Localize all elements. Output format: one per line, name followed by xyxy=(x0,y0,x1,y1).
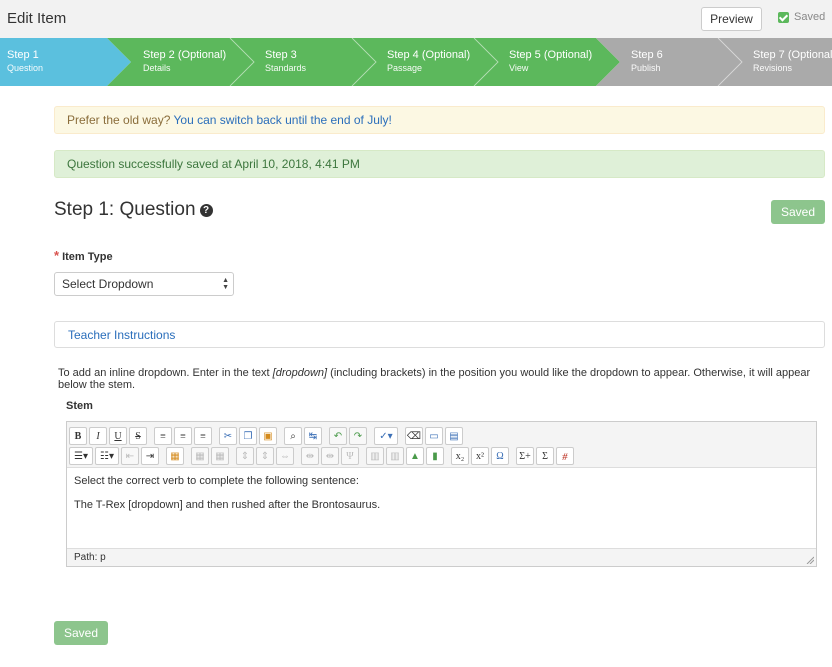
image-icon[interactable]: ▦ xyxy=(166,447,184,465)
copy-icon[interactable]: ❐ xyxy=(239,427,257,445)
superscript-icon[interactable]: x² xyxy=(471,447,489,465)
delete-col-icon[interactable]: Ψ xyxy=(341,447,359,465)
step-1-title: Step 1 xyxy=(7,49,39,61)
spellcheck-icon[interactable]: ✓▾ xyxy=(374,427,398,445)
redo-icon[interactable]: ↷ xyxy=(349,427,367,445)
align-right-icon[interactable]: ≡ xyxy=(194,427,212,445)
insert-video-icon[interactable]: ▮ xyxy=(426,447,444,465)
item-type-select-value: Select Dropdown xyxy=(62,277,154,291)
save-success-alert: Question successfully saved at April 10,… xyxy=(54,150,825,178)
toolbar-row-2: ☰▾ ☷▾ ⇤ ⇥ ▦ ▦ ▦ ⇕ ⇕ ⇔ ⇹ ⇹ Ψ ▥ ▥ ▲ ▮ x₂ x… xyxy=(69,446,576,466)
editor-path: Path: p xyxy=(74,552,106,563)
item-type-select[interactable]: Select Dropdown ▲ ▼ xyxy=(54,272,234,296)
align-center-icon[interactable]: ≡ xyxy=(174,427,192,445)
step-3-title: Step 3 xyxy=(265,49,297,61)
help-icon[interactable]: ? xyxy=(199,204,213,217)
eraser-icon[interactable]: ⌫ xyxy=(405,427,423,445)
outdent-icon[interactable]: ⇤ xyxy=(121,447,139,465)
switch-back-text: Prefer the old way? xyxy=(67,113,171,127)
cut-icon[interactable]: ✂ xyxy=(219,427,237,445)
step-4-subtitle: Passage xyxy=(387,63,423,73)
fullscreen-icon[interactable]: ▤ xyxy=(445,427,463,445)
step-2-subtitle: Details xyxy=(143,63,171,73)
underline-icon[interactable]: U xyxy=(109,427,127,445)
wizard-steps: Step 1 Question Step 2 (Optional) Detail… xyxy=(0,38,832,86)
step-4-title: Step 4 (Optional) xyxy=(387,49,471,61)
required-asterisk-icon: * xyxy=(54,248,60,263)
step-5-subtitle: View xyxy=(509,63,529,73)
stem-editor[interactable]: B I U S ≡ ≡ ≡ ✂ ❐ ▣ ⌕ ↹ ↶ ↷ ✓▾ ⌫ ▭ ▤ ☰▾ … xyxy=(66,421,817,567)
switch-back-alert: Prefer the old way? You can switch back … xyxy=(54,106,825,134)
insert-image-icon[interactable]: ▲ xyxy=(406,447,424,465)
bullet-list-icon[interactable]: ☰▾ xyxy=(69,447,93,465)
bold-icon[interactable]: B xyxy=(69,427,87,445)
step-7-title: Step 7 (Optional) xyxy=(753,49,832,61)
indent-icon[interactable]: ⇥ xyxy=(141,447,159,465)
step-heading: Step 1: Question? xyxy=(54,199,213,221)
col-after-icon[interactable]: ⇹ xyxy=(321,447,339,465)
special-char-icon[interactable]: Ω xyxy=(491,447,509,465)
replace-icon[interactable]: ↹ xyxy=(304,427,322,445)
stem-label: Stem xyxy=(66,400,93,412)
subscript-icon[interactable]: x₂ xyxy=(451,447,469,465)
step-7-subtitle: Revisions xyxy=(753,63,793,73)
step-5-title: Step 5 (Optional) xyxy=(509,49,593,61)
row-after-icon[interactable]: ⇕ xyxy=(256,447,274,465)
fraction-icon[interactable]: ⧣ xyxy=(556,447,574,465)
saved-button-top[interactable]: Saved xyxy=(771,200,825,224)
item-type-label: * Item Type xyxy=(54,248,113,263)
find-icon[interactable]: ⌕ xyxy=(284,427,302,445)
saved-indicator-label: Saved xyxy=(794,11,826,23)
col-before-icon[interactable]: ⇹ xyxy=(301,447,319,465)
editor-line-1: Select the correct verb to complete the … xyxy=(74,475,359,487)
step-2[interactable]: Step 2 (Optional) Details xyxy=(143,49,226,74)
checkbox-checked-icon xyxy=(778,11,789,23)
editor-content[interactable]: Select the correct verb to complete the … xyxy=(74,475,380,523)
paste-icon[interactable]: ▣ xyxy=(259,427,277,445)
merge-cells-icon[interactable]: ▥ xyxy=(386,447,404,465)
page-title: Edit Item xyxy=(7,10,67,27)
step-1-subtitle: Question xyxy=(7,63,44,73)
preview-button[interactable]: Preview xyxy=(701,7,762,31)
undo-icon[interactable]: ↶ xyxy=(329,427,347,445)
sum-icon[interactable]: Σ xyxy=(536,447,554,465)
numbered-list-icon[interactable]: ☷▾ xyxy=(95,447,119,465)
step-3-subtitle: Standards xyxy=(265,63,307,73)
instructions-pre: To add an inline dropdown. Enter in the … xyxy=(58,367,270,379)
top-bar: Edit Item Preview Saved xyxy=(0,0,832,38)
step-6-subtitle: Publish xyxy=(631,63,661,73)
delete-row-icon[interactable]: ⇔ xyxy=(276,447,294,465)
step-6[interactable]: Step 6 Publish xyxy=(631,49,663,74)
strikethrough-icon[interactable]: S xyxy=(129,427,147,445)
saved-button-bottom[interactable]: Saved xyxy=(54,621,108,645)
step-6-title: Step 6 xyxy=(631,49,663,61)
editor-statusbar: Path: p xyxy=(67,548,816,566)
step-7[interactable]: Step 7 (Optional) Revisions xyxy=(753,49,832,74)
step-3[interactable]: Step 3 Standards xyxy=(265,49,306,74)
instructions-emphasis: [dropdown] xyxy=(272,367,328,379)
row-before-icon[interactable]: ⇕ xyxy=(236,447,254,465)
step-4[interactable]: Step 4 (Optional) Passage xyxy=(387,49,470,74)
resize-handle-icon[interactable] xyxy=(806,556,814,564)
split-cells-icon[interactable]: ▥ xyxy=(366,447,384,465)
editor-toolbar: B I U S ≡ ≡ ≡ ✂ ❐ ▣ ⌕ ↹ ↶ ↷ ✓▾ ⌫ ▭ ▤ ☰▾ … xyxy=(67,422,816,468)
italic-icon[interactable]: I xyxy=(89,427,107,445)
media-icon[interactable]: ▭ xyxy=(425,427,443,445)
dropdown-instructions: To add an inline dropdown. Enter in the … xyxy=(58,367,818,391)
sum-plus-icon[interactable]: Σ+ xyxy=(516,447,534,465)
toolbar-row-1: B I U S ≡ ≡ ≡ ✂ ❐ ▣ ⌕ ↹ ↶ ↷ ✓▾ ⌫ ▭ ▤ xyxy=(69,426,465,446)
step-5[interactable]: Step 5 (Optional) View xyxy=(509,49,592,74)
align-left-icon[interactable]: ≡ xyxy=(154,427,172,445)
select-updown-icon: ▲ ▼ xyxy=(222,277,229,291)
step-1[interactable]: Step 1 Question xyxy=(7,49,43,74)
teacher-instructions-panel[interactable]: Teacher Instructions xyxy=(54,321,825,348)
table-props-icon[interactable]: ▦ xyxy=(211,447,229,465)
editor-line-2: The T-Rex [dropdown] and then rushed aft… xyxy=(74,499,381,511)
table-icon[interactable]: ▦ xyxy=(191,447,209,465)
step-2-title: Step 2 (Optional) xyxy=(143,49,227,61)
step-heading-text: Step 1: Question xyxy=(54,199,196,220)
item-type-label-text: Item Type xyxy=(62,251,113,263)
saved-indicator: Saved xyxy=(778,11,825,23)
switch-back-link[interactable]: You can switch back until the end of Jul… xyxy=(174,113,392,127)
